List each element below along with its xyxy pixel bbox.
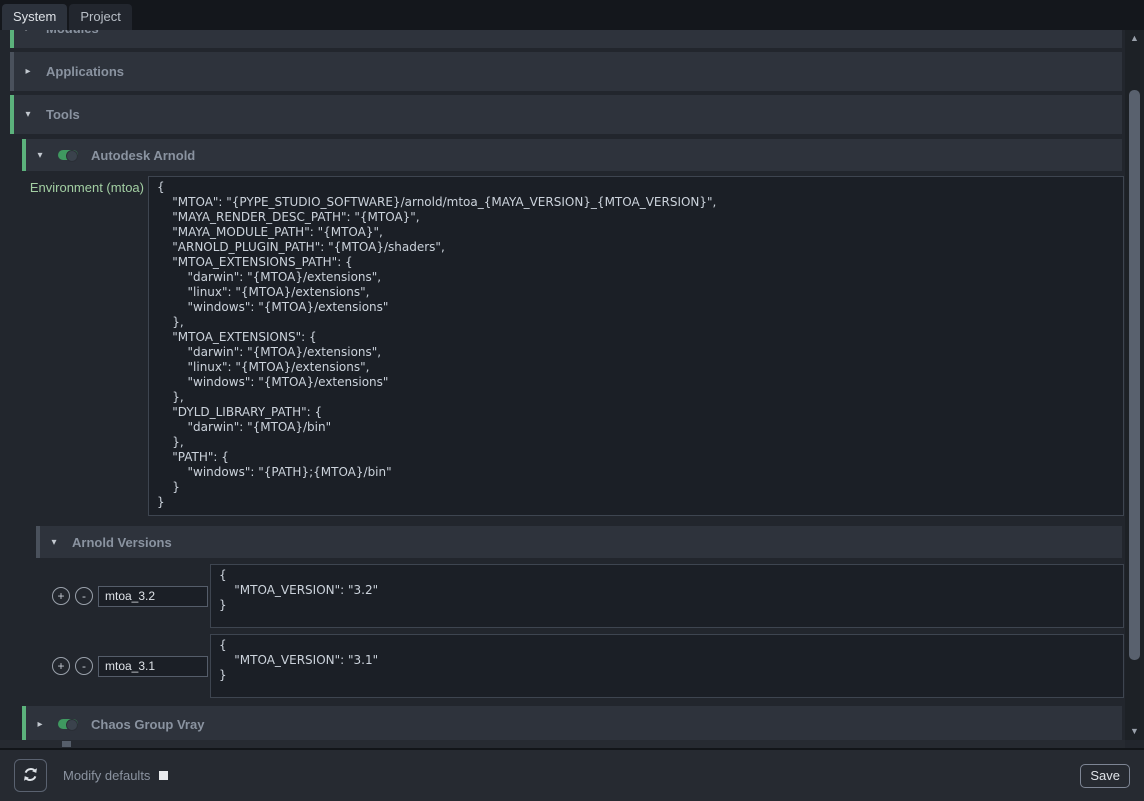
section-chaos-group-vray[interactable]: ▸ Chaos Group Vray: [22, 706, 1122, 740]
remove-version-button[interactable]: -: [75, 587, 93, 605]
footer-bar: Modify defaults Save: [0, 748, 1144, 801]
add-version-button[interactable]: +: [52, 587, 70, 605]
modify-defaults-checkbox[interactable]: [159, 771, 168, 780]
section-modules[interactable]: ▸ Modules: [10, 30, 1122, 48]
environment-label: Environment (mtoa): [0, 176, 144, 516]
scroll-down-icon[interactable]: ▼: [1125, 725, 1144, 738]
version-json-editor[interactable]: { "MTOA_VERSION": "3.1" }: [210, 634, 1124, 698]
vray-enabled-toggle[interactable]: [58, 719, 78, 729]
chevron-right-icon[interactable]: ▸: [35, 719, 45, 730]
arnold-enabled-toggle[interactable]: [58, 150, 78, 160]
section-arnold-versions-label: Arnold Versions: [72, 535, 172, 550]
settings-window: System Project ▸ Modules ▸ Applications …: [0, 0, 1144, 801]
scroll-up-icon[interactable]: ▲: [1125, 32, 1144, 45]
section-autodesk-arnold[interactable]: ▾ Autodesk Arnold: [22, 139, 1122, 171]
horizontal-scrollbar-thumb[interactable]: [62, 741, 71, 747]
refresh-button[interactable]: [14, 759, 47, 792]
section-modules-label: Modules: [46, 30, 99, 36]
add-version-button[interactable]: +: [52, 657, 70, 675]
chevron-down-icon[interactable]: ▾: [23, 109, 33, 120]
version-row-controls: + -: [36, 586, 210, 607]
version-key-input[interactable]: [98, 586, 208, 607]
vertical-scrollbar[interactable]: ▲ ▼: [1125, 30, 1144, 740]
chevron-down-icon[interactable]: ▾: [49, 537, 59, 548]
tab-project[interactable]: Project: [69, 4, 131, 30]
version-row: + - { "MTOA_VERSION": "3.1" }: [36, 634, 1124, 698]
section-applications-label: Applications: [46, 64, 124, 79]
section-applications[interactable]: ▸ Applications: [10, 52, 1122, 91]
section-tools[interactable]: ▾ Tools: [10, 95, 1122, 134]
remove-version-button[interactable]: -: [75, 657, 93, 675]
refresh-icon: [22, 766, 39, 786]
save-button[interactable]: Save: [1080, 764, 1130, 788]
section-tools-label: Tools: [46, 107, 80, 122]
chevron-down-icon[interactable]: ▾: [35, 150, 45, 161]
version-row-controls: + -: [36, 656, 210, 677]
section-arnold-label: Autodesk Arnold: [91, 148, 195, 163]
vertical-scrollbar-thumb[interactable]: [1129, 90, 1140, 660]
tab-bar: System Project: [0, 0, 1144, 30]
chevron-right-icon[interactable]: ▸: [23, 30, 33, 34]
modify-defaults-control: Modify defaults: [63, 768, 168, 783]
environment-json-editor[interactable]: { "MTOA": "{PYPE_STUDIO_SOFTWARE}/arnold…: [148, 176, 1124, 516]
version-json-editor[interactable]: { "MTOA_VERSION": "3.2" }: [210, 564, 1124, 628]
version-key-input[interactable]: [98, 656, 208, 677]
version-row: + - { "MTOA_VERSION": "3.2" }: [36, 564, 1124, 628]
tab-system[interactable]: System: [2, 4, 67, 30]
settings-scroll-region: ▸ Modules ▸ Applications ▾ Tools ▾ Autod…: [0, 30, 1144, 748]
section-vray-label: Chaos Group Vray: [91, 717, 204, 732]
chevron-right-icon[interactable]: ▸: [23, 66, 33, 77]
modify-defaults-label: Modify defaults: [63, 768, 150, 783]
horizontal-scrollbar[interactable]: [0, 740, 1125, 748]
settings-content: ▸ Modules ▸ Applications ▾ Tools ▾ Autod…: [0, 30, 1125, 740]
section-arnold-versions[interactable]: ▾ Arnold Versions: [36, 526, 1122, 558]
environment-row: Environment (mtoa) { "MTOA": "{PYPE_STUD…: [0, 176, 1124, 516]
